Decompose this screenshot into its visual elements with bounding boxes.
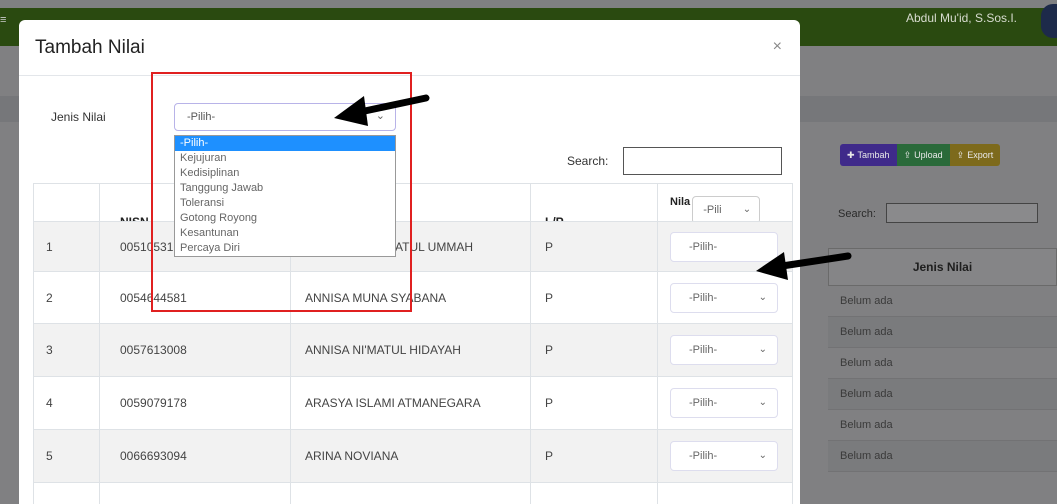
search-input[interactable] xyxy=(623,147,782,175)
row-lp: P xyxy=(531,222,658,271)
dropdown-option[interactable]: Gotong Royong xyxy=(175,211,395,226)
nilai-select-value: -Pilih- xyxy=(689,291,718,304)
dropdown-option[interactable]: Kesantunan xyxy=(175,226,395,241)
nilai-select[interactable]: -Pilih- ⌄ xyxy=(670,441,778,471)
row-nilai: -Pilih- ⌄ xyxy=(658,430,793,482)
row-nisn: 0059079178 xyxy=(100,377,291,429)
menu-icon[interactable]: ≡ xyxy=(0,14,8,28)
table-row: 3 0057613008 ANNISA NI'MATUL HIDAYAH P -… xyxy=(33,323,793,376)
table-row xyxy=(33,482,793,504)
nilai-select[interactable]: -Pilih- ⌄ xyxy=(670,388,778,418)
dropdown-option[interactable]: Tanggung Jawab xyxy=(175,181,395,196)
row-nisn: 0066693094 xyxy=(100,430,291,482)
avatar[interactable] xyxy=(1041,4,1057,38)
row-no: 2 xyxy=(33,272,100,323)
row-nilai: -Pilih- ⌄ xyxy=(658,324,793,376)
bg-table-cell: Belum ada xyxy=(828,317,1057,348)
export-label: Export xyxy=(967,150,994,160)
row-nilai xyxy=(658,483,793,504)
arrow-annotation-icon xyxy=(334,94,430,126)
bg-search-input[interactable] xyxy=(886,203,1038,223)
user-name[interactable]: Abdul Mu'id, S.Sos.I. xyxy=(906,11,1017,25)
header-nilai-label: Nila xyxy=(670,196,691,208)
dropdown-option[interactable]: Kejujuran xyxy=(175,151,395,166)
row-lp: P xyxy=(531,272,658,323)
bg-table-header: Jenis Nilai xyxy=(828,248,1057,286)
row-lp: P xyxy=(531,430,658,482)
chevron-down-icon: ⌄ xyxy=(758,291,767,303)
row-nama: ARINA NOVIANA xyxy=(291,430,531,482)
row-nilai: -Pilih- ⌄ xyxy=(658,377,793,429)
upload-button[interactable]: ⇪ Upload xyxy=(896,144,950,166)
row-nama: ARASYA ISLAMI ATMANEGARA xyxy=(291,377,531,429)
upload-label: Upload xyxy=(914,150,943,160)
row-nama: ANNISA MUNA SYABANA xyxy=(291,272,531,323)
table-row: 2 0054644581 ANNISA MUNA SYABANA P -Pili… xyxy=(33,271,793,323)
jenis-nilai-dropdown: -Pilih- Kejujuran Kedisiplinan Tanggung … xyxy=(174,135,396,257)
row-no: 3 xyxy=(33,324,100,376)
table-row: 1 00510531 ATUL UMMAH P -Pilih- xyxy=(33,221,793,271)
bg-table-cell: Belum ada xyxy=(828,286,1057,317)
jenis-nilai-select-value: -Pilih- xyxy=(187,111,216,123)
table-row: 4 0059079178 ARASYA ISLAMI ATMANEGARA P … xyxy=(33,376,793,429)
header-nilai-select-value: -Pili xyxy=(703,204,722,216)
bg-table-cell: Belum ada xyxy=(828,441,1057,472)
nilai-select[interactable]: -Pilih- ⌄ xyxy=(670,335,778,365)
upload-icon: ⇪ xyxy=(903,149,912,160)
row-lp xyxy=(531,483,658,504)
export-button[interactable]: ⇪ Export xyxy=(949,144,1001,166)
nilai-select-value: -Pilih- xyxy=(689,240,718,253)
dropdown-option[interactable]: Kedisiplinan xyxy=(175,166,395,181)
bg-table-cell: Belum ada xyxy=(828,410,1057,441)
action-buttons: ✚ Tambah ⇪ Upload ⇪ Export xyxy=(840,144,1001,166)
nilai-select[interactable]: -Pilih- ⌄ xyxy=(670,282,778,313)
jenis-nilai-label: Jenis Nilai xyxy=(51,110,106,124)
bg-table-cell: Belum ada xyxy=(828,348,1057,379)
close-icon[interactable]: × xyxy=(773,38,782,56)
row-nama xyxy=(291,483,531,504)
chevron-down-icon: ⌄ xyxy=(758,344,767,355)
row-nisn xyxy=(100,483,291,504)
nilai-select-value: -Pilih- xyxy=(689,344,718,356)
chevron-down-icon: ⌄ xyxy=(742,204,752,215)
dropdown-option[interactable]: Percaya Diri xyxy=(175,241,395,256)
row-lp: P xyxy=(531,324,658,376)
bg-table-cell: Belum ada xyxy=(828,379,1057,410)
row-no: 1 xyxy=(33,222,100,271)
tambah-label: Tambah xyxy=(857,150,890,160)
nilai-select-value: -Pilih- xyxy=(689,450,718,462)
table-row: 5 0066693094 ARINA NOVIANA P -Pilih- ⌄ xyxy=(33,429,793,482)
row-nisn: 0054644581 xyxy=(100,272,291,323)
export-icon: ⇪ xyxy=(956,149,965,160)
row-no xyxy=(33,483,100,504)
row-nama: ANNISA NI'MATUL HIDAYAH xyxy=(291,324,531,376)
header-nilai-select[interactable]: -Pili ⌄ xyxy=(692,196,761,224)
tambah-button[interactable]: ✚ Tambah xyxy=(840,144,897,166)
row-lp: P xyxy=(531,377,658,429)
row-no: 5 xyxy=(33,430,100,482)
chevron-down-icon: ⌄ xyxy=(758,450,767,461)
dropdown-option[interactable]: -Pilih- xyxy=(175,136,395,151)
search-label: Search: xyxy=(567,154,609,168)
dropdown-option[interactable]: Toleransi xyxy=(175,196,395,211)
bg-search-label: Search: xyxy=(838,208,876,220)
row-no: 4 xyxy=(33,377,100,429)
chevron-down-icon: ⌄ xyxy=(758,397,767,408)
row-nisn: 0057613008 xyxy=(100,324,291,376)
arrow-annotation-icon xyxy=(756,252,852,280)
modal-header: Tambah Nilai × xyxy=(19,20,800,76)
bg-table: Jenis Nilai Belum ada Belum ada Belum ad… xyxy=(828,248,1057,472)
nilai-select-value: -Pilih- xyxy=(689,397,718,409)
plus-icon: ✚ xyxy=(847,149,855,160)
modal-title: Tambah Nilai xyxy=(35,37,145,58)
